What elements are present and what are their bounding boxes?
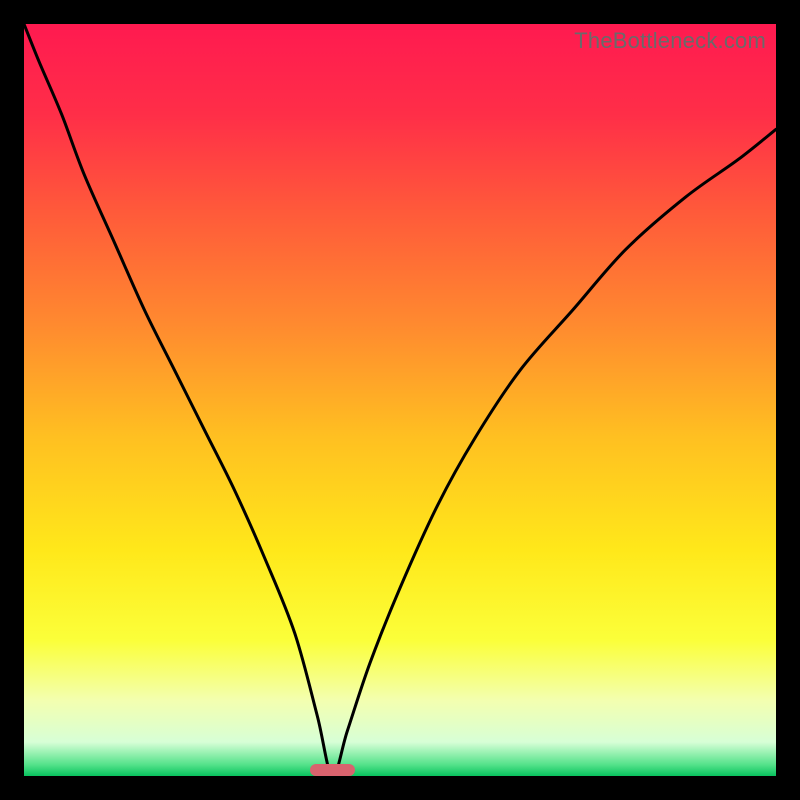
chart-frame: TheBottleneck.com bbox=[0, 0, 800, 800]
bottleneck-curve bbox=[24, 24, 776, 776]
plot-area: TheBottleneck.com bbox=[24, 24, 776, 776]
watermark-text: TheBottleneck.com bbox=[574, 28, 766, 54]
optimal-marker bbox=[310, 764, 355, 776]
